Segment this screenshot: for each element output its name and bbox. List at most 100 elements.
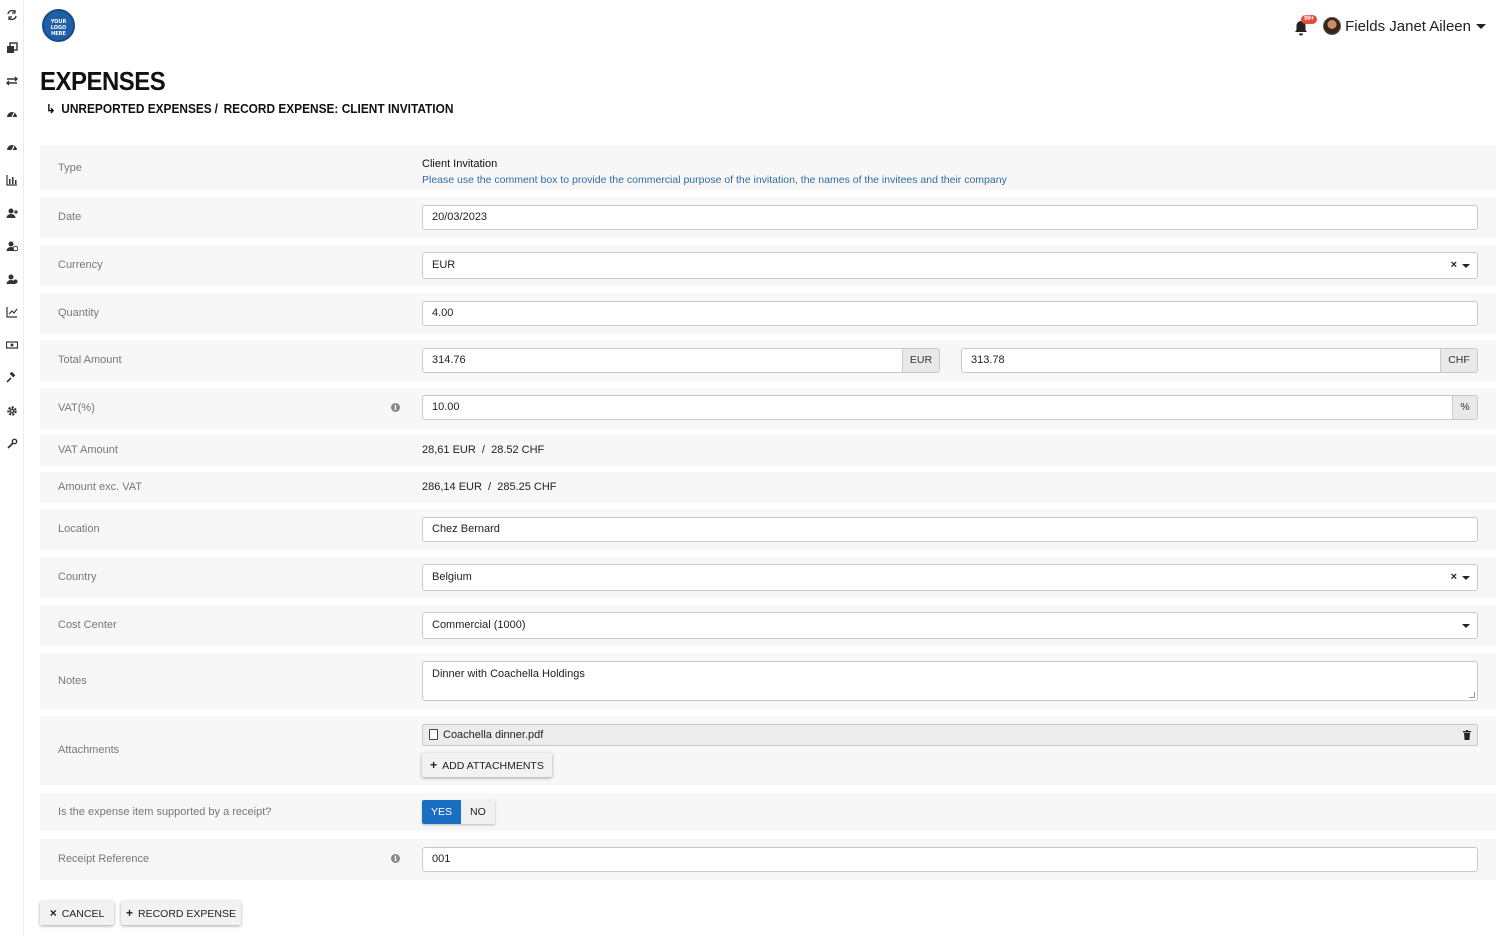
gear-icon[interactable] — [5, 405, 18, 418]
receipt-supported-label: Is the expense item supported by a recei… — [58, 806, 272, 818]
attachments-label: Attachments — [58, 744, 120, 756]
line-chart-icon[interactable] — [5, 306, 18, 319]
chevron-down-icon[interactable] — [1462, 624, 1470, 628]
attachment-item[interactable]: Coachella dinner.pdf — [422, 724, 1478, 746]
location-row: Location Chez Bernard — [40, 509, 1496, 550]
quantity-label: Quantity — [58, 307, 99, 319]
chf-addon: CHF — [1440, 348, 1478, 373]
notifications-bell[interactable]: 99+ — [1293, 15, 1318, 36]
user-gear-icon[interactable] — [5, 273, 18, 286]
user-plus-icon[interactable] — [5, 207, 18, 220]
wrench-icon[interactable] — [5, 438, 18, 451]
total-amount-eur-input[interactable]: 314.76 — [422, 348, 903, 373]
user-menu[interactable]: 99+ Fields Janet Aileen — [1293, 14, 1486, 38]
dashboard-icon[interactable] — [5, 108, 18, 121]
date-label: Date — [58, 211, 82, 223]
country-value: Belgium — [432, 571, 472, 583]
vat-amount-label: VAT Amount — [58, 444, 118, 456]
plus-icon: + — [430, 758, 438, 772]
company-logo[interactable]: YOUR LOGO HERE — [42, 9, 75, 42]
sidebar — [0, 0, 24, 936]
gavel-icon[interactable] — [5, 372, 18, 385]
page-title: EXPENSES — [40, 66, 166, 96]
vat-amount-value: 28,61 EUR / 28.52 CHF — [422, 444, 545, 456]
currency-select[interactable]: EUR × — [422, 252, 1478, 279]
currency-value: EUR — [432, 259, 456, 271]
user-clock-icon[interactable] — [5, 240, 18, 253]
transfer-icon[interactable] — [5, 9, 18, 22]
receipt-supported-toggle[interactable]: YES NO — [422, 800, 495, 824]
plus-icon: + — [125, 906, 133, 920]
cost-center-value: Commercial (1000) — [432, 619, 526, 631]
info-icon[interactable]: i — [391, 854, 400, 863]
notification-badge: 99+ — [1301, 15, 1318, 24]
date-input[interactable]: 20/03/2023 — [422, 205, 1478, 230]
vat-percent-row: VAT(%) i 10.00 % — [40, 388, 1496, 429]
receipt-reference-input[interactable]: 001 — [422, 847, 1478, 872]
record-expense-button[interactable]: + RECORD EXPENSE — [121, 901, 241, 925]
eur-addon: EUR — [902, 348, 940, 373]
location-label: Location — [58, 523, 100, 535]
total-amount-label: Total Amount — [58, 354, 122, 366]
percent-addon: % — [1452, 395, 1478, 420]
notes-row: Notes Dinner with Coachella Holdings — [40, 653, 1496, 709]
location-input[interactable]: Chez Bernard — [422, 517, 1478, 542]
currency-label: Currency — [58, 259, 103, 271]
total-amount-row: Total Amount 314.76 EUR 313.78 CHF — [40, 340, 1496, 381]
cancel-button[interactable]: × CANCEL — [40, 901, 114, 925]
notes-textarea[interactable]: Dinner with Coachella Holdings — [422, 661, 1478, 701]
vat-percent-label: VAT(%) — [58, 402, 95, 414]
vat-amount-row: VAT Amount 28,61 EUR / 28.52 CHF — [40, 435, 1496, 466]
receipt-reference-row: Receipt Reference i 001 — [40, 839, 1496, 880]
amount-exc-vat-value: 286,14 EUR / 285.25 CHF — [422, 481, 557, 493]
add-attachments-button[interactable]: + ADD ATTACHMENTS — [422, 753, 552, 777]
no-option[interactable]: NO — [461, 800, 495, 824]
cost-center-label: Cost Center — [58, 619, 117, 631]
breadcrumb-separator: / — [214, 102, 218, 116]
receipt-reference-label: Receipt Reference — [58, 853, 150, 865]
type-row: Type Client Invitation Please use the co… — [40, 145, 1496, 190]
avatar[interactable] — [1323, 17, 1342, 35]
country-label: Country — [58, 571, 97, 583]
notes-value: Dinner with Coachella Holdings — [432, 668, 585, 680]
money-icon[interactable] — [5, 339, 18, 352]
amount-exc-vat-label: Amount exc. VAT — [58, 481, 142, 493]
type-help-text: Please use the comment box to provide th… — [422, 174, 1007, 186]
attachment-file-name[interactable]: Coachella dinner.pdf — [443, 729, 543, 741]
level-up-icon: ↳ — [46, 102, 56, 116]
chevron-down-icon[interactable] — [1462, 264, 1470, 268]
amount-exc-vat-row: Amount exc. VAT 286,14 EUR / 285.25 CHF — [40, 472, 1496, 503]
vat-percent-input[interactable]: 10.00 — [422, 395, 1453, 420]
quantity-input[interactable]: 4.00 — [422, 301, 1478, 326]
pdf-file-icon — [429, 729, 438, 740]
resize-handle[interactable] — [1469, 692, 1475, 698]
yes-option[interactable]: YES — [422, 800, 462, 824]
cost-center-row: Cost Center Commercial (1000) — [40, 605, 1496, 646]
exchange-icon[interactable] — [5, 75, 18, 88]
receipt-supported-row: Is the expense item supported by a recei… — [40, 793, 1496, 831]
user-name[interactable]: Fields Janet Aileen — [1345, 18, 1471, 35]
quantity-row: Quantity 4.00 — [40, 293, 1496, 334]
date-row: Date 20/03/2023 — [40, 197, 1496, 238]
clear-icon[interactable]: × — [1451, 565, 1457, 590]
record-expense-label: RECORD EXPENSE — [137, 908, 237, 920]
country-select[interactable]: Belgium × — [422, 564, 1478, 591]
windows-icon[interactable] — [5, 42, 18, 55]
breadcrumb-unreported-expenses[interactable]: UNREPORTED EXPENSES — [61, 102, 211, 116]
notes-label: Notes — [58, 675, 87, 687]
info-icon[interactable]: i — [391, 403, 400, 412]
total-amount-chf-input[interactable]: 313.78 — [961, 348, 1441, 373]
close-icon: × — [49, 906, 57, 920]
type-value: Client Invitation — [422, 158, 498, 170]
type-label: Type — [58, 162, 82, 174]
chevron-down-icon[interactable] — [1476, 23, 1486, 29]
bar-chart-icon[interactable] — [5, 174, 18, 187]
cost-center-select[interactable]: Commercial (1000) — [422, 612, 1478, 639]
clear-icon[interactable]: × — [1451, 253, 1457, 278]
attachments-row: Attachments Coachella dinner.pdf + ADD AT… — [40, 716, 1496, 785]
cancel-label: CANCEL — [61, 908, 105, 920]
country-row: Country Belgium × — [40, 557, 1496, 598]
chevron-down-icon[interactable] — [1462, 576, 1470, 580]
trash-icon[interactable] — [1463, 730, 1471, 740]
dashboard-icon[interactable] — [5, 141, 18, 154]
